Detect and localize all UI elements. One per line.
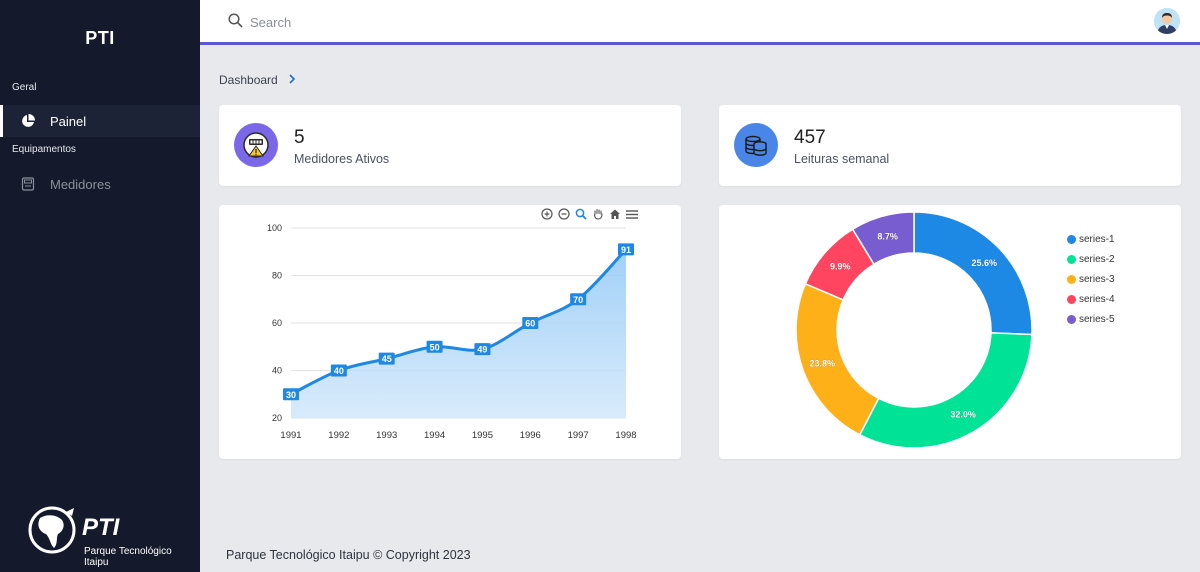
sidebar-item-medidores[interactable]: Medidores xyxy=(0,168,200,200)
sidebar-section-geral: Geral xyxy=(12,82,37,93)
x-tick-label: 1994 xyxy=(424,430,445,441)
avatar[interactable] xyxy=(1154,8,1180,34)
data-label: 40 xyxy=(330,364,347,377)
stat-value: 5 xyxy=(294,127,305,148)
menu-icon[interactable] xyxy=(625,207,639,221)
chevron-right-icon xyxy=(288,72,296,87)
breadcrumb-dashboard[interactable]: Dashboard xyxy=(219,73,278,87)
meter-warning-icon xyxy=(234,123,278,167)
legend-label: series-4 xyxy=(1079,293,1115,305)
data-label-text: 50 xyxy=(430,342,440,352)
area-fill xyxy=(291,249,626,418)
pti-footer-logo: PTI Parque Tecnológico Itaipu xyxy=(26,504,186,572)
reset-home-icon[interactable] xyxy=(608,207,622,221)
globe-logo-icon xyxy=(28,506,76,554)
legend-marker xyxy=(1067,254,1076,264)
donut-slice-series-2[interactable] xyxy=(858,332,1033,449)
series-line xyxy=(290,248,628,396)
x-tick-label: 1998 xyxy=(615,430,636,441)
slice-percent-label: 25.6% xyxy=(971,258,997,268)
zoom-in-icon[interactable] xyxy=(540,207,554,221)
data-label-text: 40 xyxy=(334,366,344,376)
meter-icon xyxy=(20,176,36,192)
data-label: 45 xyxy=(378,352,395,365)
data-label: 50 xyxy=(426,340,443,353)
legend-marker xyxy=(1067,294,1076,304)
legend-marker xyxy=(1067,314,1076,324)
data-label: 70 xyxy=(570,293,587,306)
footer-logo-line2: Itaipu xyxy=(84,557,109,568)
topbar xyxy=(200,0,1200,45)
x-tick-label: 1996 xyxy=(520,430,541,441)
y-tick-label: 100 xyxy=(267,223,282,233)
sidebar-section-equipamentos: Equipamentos xyxy=(12,144,76,155)
stat-card-leituras: 457 Leituras semanal xyxy=(719,105,1181,186)
search-input[interactable] xyxy=(250,12,650,32)
data-label-text: 60 xyxy=(525,319,535,329)
donut-slice-series-1[interactable] xyxy=(913,211,1033,336)
stat-label: Leituras semanal xyxy=(794,152,890,166)
zoom-out-icon[interactable] xyxy=(557,207,571,221)
sidebar-item-label: Painel xyxy=(50,113,87,129)
database-icon xyxy=(734,123,778,167)
x-tick-label: 1995 xyxy=(472,430,493,441)
sidebar-brand: PTI xyxy=(85,28,115,48)
footer-logo-line1: Parque Tecnológico xyxy=(84,546,172,557)
line-chart-card: 100 80 60 40 20 30 40 45 50 49 60 70 91 1991 1992 199… xyxy=(219,205,681,459)
donut-slice-series-3[interactable] xyxy=(795,282,880,436)
data-label-text: 45 xyxy=(382,354,392,364)
data-label: 49 xyxy=(474,343,491,356)
pie-chart-icon xyxy=(20,113,36,129)
x-tick-label: 1991 xyxy=(280,430,301,441)
legend-item-series-1[interactable]: series-1 xyxy=(1067,229,1115,249)
sidebar-item-painel[interactable]: Painel xyxy=(0,105,200,137)
y-tick-label: 60 xyxy=(272,318,282,328)
stat-card-medidores: 5 Medidores Ativos xyxy=(219,105,681,186)
legend-item-series-4[interactable]: series-4 xyxy=(1067,289,1115,309)
page-footer: Parque Tecnológico Itaipu © Copyright 20… xyxy=(226,548,471,562)
pan-hand-icon[interactable] xyxy=(591,207,605,221)
chart-legend: series-1 series-2 series-3 series-4 series-5 xyxy=(1067,229,1115,329)
footer-logo-name: PTI xyxy=(82,514,120,541)
data-label-text: 91 xyxy=(621,245,631,255)
data-label: 91 xyxy=(618,243,634,256)
legend-item-series-3[interactable]: series-3 xyxy=(1067,269,1115,289)
donut-chart-card: 25.6% 32.0% 23.8% 9.9% 8.7% series-1 series-2… xyxy=(719,205,1181,459)
slice-percent-label: 23.8% xyxy=(809,359,835,369)
slice-percent-label: 9.9% xyxy=(830,262,851,272)
x-tick-label: 1997 xyxy=(568,430,589,441)
user-avatar-icon xyxy=(1154,8,1180,34)
sidebar-item-label: Medidores xyxy=(50,176,111,192)
footer-logo-subtitle: Parque Tecnológico Itaipu xyxy=(84,546,172,568)
legend-marker xyxy=(1067,274,1076,284)
legend-label: series-2 xyxy=(1079,253,1115,265)
y-tick-label: 20 xyxy=(272,413,282,423)
selection-zoom-icon[interactable] xyxy=(574,207,588,221)
legend-item-series-2[interactable]: series-2 xyxy=(1067,249,1115,269)
sidebar: PTI Geral Painel Equipamentos Medidores xyxy=(0,0,200,572)
y-tick-label: 40 xyxy=(272,366,282,376)
legend-item-series-5[interactable]: series-5 xyxy=(1067,309,1115,329)
data-label-text: 30 xyxy=(286,390,296,400)
data-label: 60 xyxy=(522,317,539,329)
data-label: 30 xyxy=(283,388,299,401)
stat-value: 457 xyxy=(794,127,826,148)
data-label-text: 70 xyxy=(573,295,583,305)
y-tick-label: 80 xyxy=(272,271,282,281)
line-chart: 100 80 60 40 20 30 40 45 50 49 60 70 91 1991 1992 199… xyxy=(267,223,637,441)
x-tick-label: 1992 xyxy=(328,430,349,441)
slice-percent-label: 32.0% xyxy=(950,410,976,420)
legend-marker xyxy=(1067,234,1076,244)
breadcrumb: Dashboard xyxy=(219,72,296,87)
legend-label: series-5 xyxy=(1079,313,1115,325)
data-label-text: 49 xyxy=(477,345,487,355)
stat-label: Medidores Ativos xyxy=(294,152,390,166)
chart-toolbar xyxy=(540,207,639,221)
legend-label: series-1 xyxy=(1079,233,1115,245)
slice-percent-label: 8.7% xyxy=(877,232,898,242)
x-tick-label: 1993 xyxy=(376,430,397,441)
legend-label: series-3 xyxy=(1079,273,1115,285)
search-icon xyxy=(228,13,243,33)
